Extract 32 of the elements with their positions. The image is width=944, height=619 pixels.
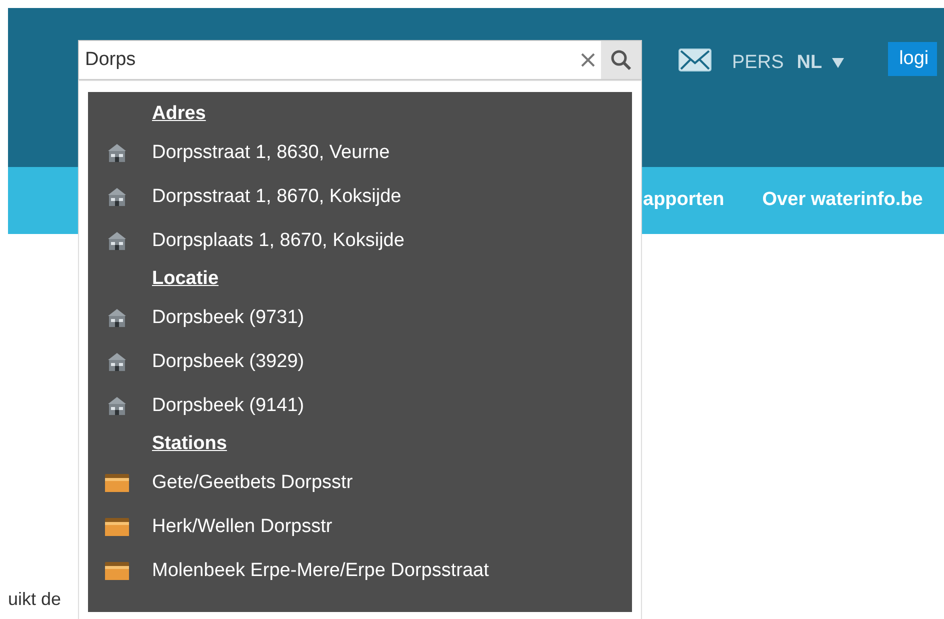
suggestion-item[interactable]: Dorpsplaats 1, 8670, Koksijde [88,219,632,263]
dropdown-arrow-icon [832,58,844,68]
login-button[interactable]: logi [888,42,937,76]
suggestion-item[interactable]: Dorpsbeek (3929) [88,340,632,384]
press-link[interactable]: PERS [732,49,784,78]
suggestion-item[interactable]: Dorpsstraat 1, 8630, Veurne [88,131,632,175]
suggestion-item[interactable]: Dorpsstraat 1, 8670, Koksijde [88,175,632,219]
building-icon [106,143,128,163]
suggestion-item[interactable]: Herk/Wellen Dorpsstr [88,505,632,549]
building-icon [106,187,128,207]
close-icon[interactable] [581,53,595,67]
language-selector[interactable]: NL [796,49,844,78]
mail-icon[interactable] [678,48,712,72]
suggestion-item[interactable]: Dorpsbeek (9731) [88,296,632,340]
group-heading: Adres [152,102,206,126]
body-text: uikt de [8,588,62,611]
suggestion-item[interactable]: Dorpsbeek (9141) [88,384,632,428]
search-input[interactable]: Dorps [79,41,581,79]
group-heading: Stations [152,432,227,456]
group-heading: Locatie [152,267,219,292]
box-icon [104,473,130,493]
building-icon [106,308,128,328]
box-icon [104,561,130,581]
building-icon [106,352,128,372]
suggestion-item[interactable]: Molenbeek Erpe-Mere/Erpe Dorpsstraat [88,549,632,593]
search-icon [610,49,632,71]
search-button[interactable] [601,41,641,79]
search-field[interactable]: Dorps [78,40,642,80]
building-icon [106,231,128,251]
box-icon [104,517,130,537]
suggestion-item[interactable]: Gete/Geetbets Dorpsstr [88,461,632,505]
building-icon [106,396,128,416]
